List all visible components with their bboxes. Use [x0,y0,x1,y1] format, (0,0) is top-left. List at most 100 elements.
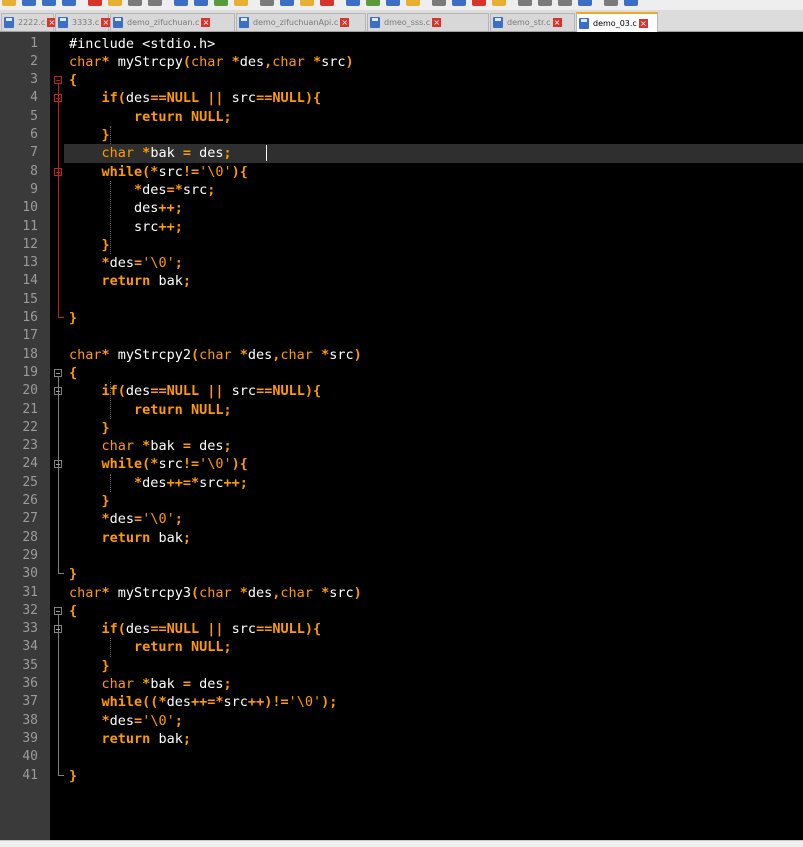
toolbar-button-icon[interactable] [492,0,506,6]
code-line[interactable]: { [69,71,77,89]
toolbar-button-icon[interactable] [42,0,56,6]
code-line[interactable]: } [69,419,110,437]
toolbar-button-icon[interactable] [604,0,618,6]
toolbar-button-icon[interactable] [214,0,228,6]
code-line[interactable]: if(des==NULL || src==NULL){ [69,382,322,400]
code-line[interactable]: *des='\0'; [69,254,183,272]
toolbar-button-icon[interactable] [2,0,16,6]
file-tab[interactable]: demo_zifuchuan.c × [110,13,235,31]
line-number: 24 [22,456,38,472]
fold-toggle-icon[interactable] [54,368,62,377]
file-tab[interactable]: demo_str.c × [490,13,575,31]
code-line[interactable]: char* myStrcpy(char *des,char *src) [69,53,354,71]
code-line[interactable]: while((*des++=*src++)!='\0'); [69,693,338,711]
code-line[interactable]: } [69,767,77,785]
toolbar-button-icon[interactable] [88,0,102,6]
code-line[interactable]: *des++=*src++; [69,474,248,492]
code-line[interactable]: src++; [69,218,183,236]
code-line[interactable]: char* myStrcpy3(char *des,char *src) [69,584,362,602]
toolbar-button-icon[interactable] [194,0,208,6]
toolbar-button-icon[interactable] [22,0,36,6]
toolbar-button-icon[interactable] [624,0,638,6]
status-bar [0,840,803,847]
file-tab[interactable]: 3333.c × [55,13,111,31]
toolbar-button-icon[interactable] [406,0,420,6]
fold-toggle-icon[interactable] [54,167,62,176]
code-line[interactable]: } [69,126,110,144]
toolbar-button-icon[interactable] [558,0,572,6]
fold-toggle-icon[interactable] [54,606,62,615]
code-line[interactable]: while(*src!='\0'){ [69,455,248,473]
code-line[interactable]: } [69,309,77,327]
code-line[interactable]: } [69,236,110,254]
toolbar-button-icon[interactable] [260,0,274,6]
file-tab[interactable]: demo_zifuchuanApi.c × [236,13,366,31]
close-tab-icon[interactable]: × [201,18,211,27]
toolbar-button-icon[interactable] [234,0,248,6]
tab-label: 2222.c [18,18,46,27]
code-line[interactable]: } [69,657,110,675]
code-line[interactable]: } [69,565,77,583]
line-number: 31 [22,584,38,600]
toolbar-button-icon[interactable] [300,0,314,6]
fold-toggle-icon[interactable] [54,387,62,396]
line-number: 1 [30,35,38,51]
toolbar-button-icon[interactable] [108,0,122,6]
toolbar-button-icon[interactable] [148,0,162,6]
code-line[interactable]: return NULL; [69,401,232,419]
close-tab-icon[interactable]: × [638,18,648,28]
code-line[interactable]: return bak; [69,730,191,748]
code-line[interactable]: *des=*src; [69,181,215,199]
toolbar-button-icon[interactable] [472,0,486,6]
close-tab-icon[interactable]: × [432,18,442,27]
toolbar-button-icon[interactable] [346,0,360,6]
toolbar-button-icon[interactable] [280,0,294,6]
close-tab-icon[interactable]: × [340,18,350,27]
toolbar-button-icon[interactable] [518,0,532,6]
line-number: 9 [30,181,38,197]
toolbar-button-icon[interactable] [128,0,142,6]
code-editor[interactable]: 1 2 3 4 5 6 7 8 9 10 11 12 13 14 15 16 17 18 19 20 21 22 23 24 2… [0,32,803,840]
fold-toggle-icon[interactable] [54,94,62,103]
code-line[interactable]: char* myStrcpy2(char *des,char *src) [69,346,362,364]
line-number: 33 [22,621,38,637]
file-save-icon [579,17,589,29]
toolbar-button-icon[interactable] [386,0,400,6]
file-tab[interactable]: dmeo_sss.c × [367,13,489,31]
toolbar-button-icon[interactable] [320,0,334,6]
toolbar-button-icon[interactable] [432,0,446,6]
line-number: 18 [22,346,38,362]
toolbar-button-icon[interactable] [174,0,188,6]
code-line[interactable]: char *bak = des; [69,144,232,162]
fold-toggle-icon[interactable] [54,625,62,634]
code-line[interactable]: } [69,492,110,510]
code-line[interactable]: return bak; [69,272,191,290]
close-tab-icon[interactable]: × [552,18,562,27]
code-line[interactable]: char *bak = des; [69,675,232,693]
code-line[interactable]: return NULL; [69,638,232,656]
toolbar-button-icon[interactable] [366,0,380,6]
code-line[interactable]: return bak; [69,529,191,547]
code-line[interactable]: if(des==NULL || src==NULL){ [69,620,322,638]
toolbar-button-icon[interactable] [538,0,552,6]
close-tab-icon[interactable]: × [101,18,111,27]
code-line[interactable]: *des='\0'; [69,712,183,730]
code-line[interactable]: { [69,602,77,620]
code-line[interactable]: while(*src!='\0'){ [69,163,248,181]
toolbar-button-icon[interactable] [578,0,592,6]
code-line[interactable]: des++; [69,199,183,217]
file-tab[interactable]: demo_03.c × [576,12,658,32]
code-line[interactable]: if(des==NULL || src==NULL){ [69,89,322,107]
code-line[interactable]: char *bak = des; [69,437,232,455]
code-line[interactable]: #include <stdio.h> [69,35,215,53]
fold-margin[interactable] [50,32,64,840]
code-line[interactable]: *des='\0'; [69,510,183,528]
toolbar-button-icon[interactable] [62,0,76,6]
code-line[interactable]: { [69,364,77,382]
line-number: 32 [22,602,38,618]
fold-toggle-icon[interactable] [54,460,62,469]
code-line[interactable]: return NULL; [69,108,232,126]
file-tab[interactable]: 2222.c × [1,13,57,31]
toolbar-button-icon[interactable] [452,0,466,6]
fold-toggle-icon[interactable] [54,76,62,85]
